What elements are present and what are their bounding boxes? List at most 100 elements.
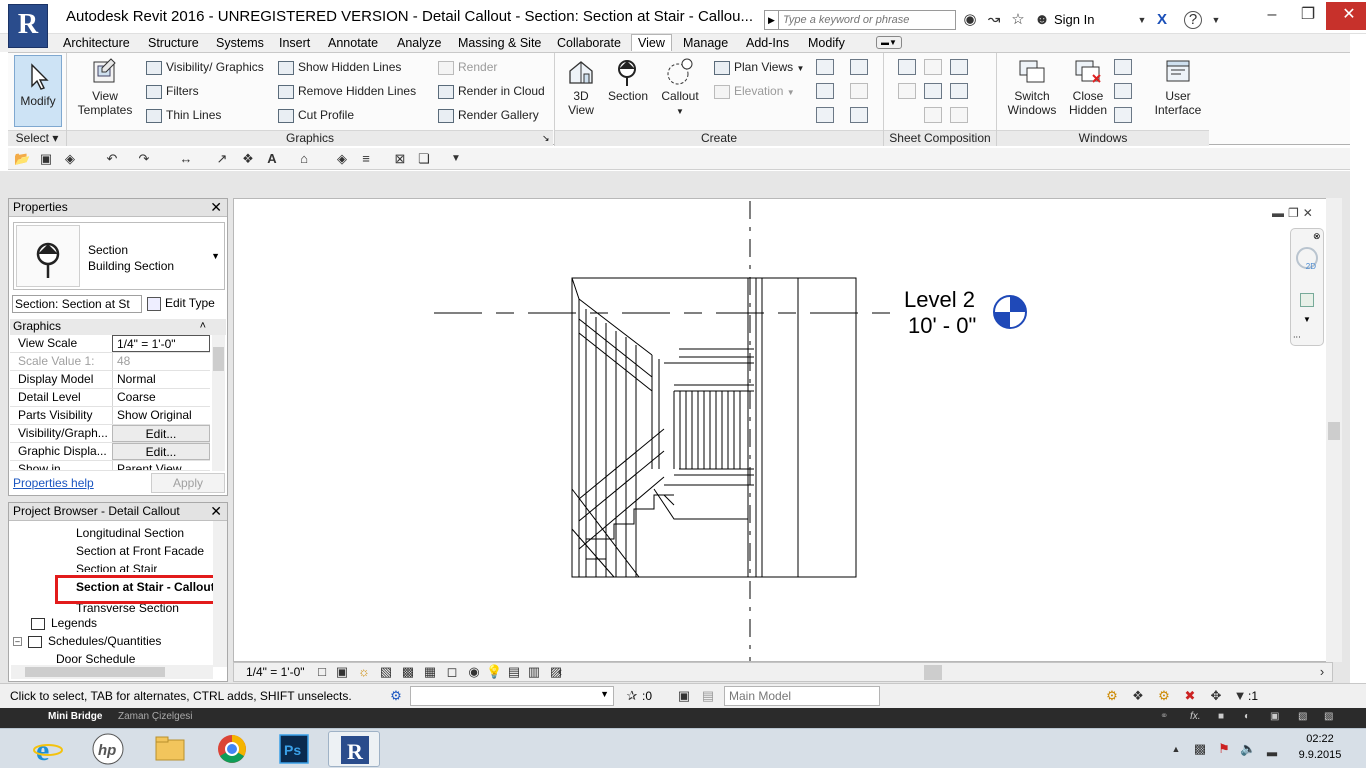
- action-center-icon[interactable]: ⚑: [1216, 741, 1232, 757]
- scrollbar-thumb[interactable]: [25, 667, 165, 677]
- close-icon[interactable]: ✕: [1303, 206, 1317, 220]
- tab-massing-site[interactable]: Massing & Site: [458, 35, 541, 52]
- guide-grid-icon[interactable]: [924, 83, 942, 99]
- design-option-select[interactable]: Main Model: [724, 686, 880, 706]
- elevation-dropdown-icon[interactable]: ▼: [787, 88, 795, 97]
- zoom-dropdown-icon[interactable]: ▼: [1303, 315, 1311, 324]
- thin-lines-qat-icon[interactable]: ≡: [358, 151, 374, 167]
- place-view-icon[interactable]: [950, 59, 968, 75]
- close-icon[interactable]: ✕: [210, 503, 222, 520]
- close-hidden-button[interactable]: Close Hidden: [1064, 57, 1112, 117]
- sign-in-link[interactable]: Sign In: [1054, 12, 1094, 27]
- active-workset-select[interactable]: ▼: [410, 686, 614, 706]
- network-device-icon[interactable]: ▩: [1192, 741, 1208, 757]
- collapse-icon[interactable]: ˄: [200, 319, 206, 334]
- lock-3d-icon[interactable]: ▤: [506, 664, 522, 680]
- properties-help-link[interactable]: Properties help: [13, 476, 94, 490]
- trash-icon[interactable]: ▧: [1324, 711, 1333, 722]
- view-scale-control[interactable]: 1/4" = 1'-0": [246, 665, 305, 679]
- detail-level-icon[interactable]: □: [314, 664, 330, 680]
- select-panel-title[interactable]: Select ▾: [8, 130, 66, 146]
- ribbon-minimize-icon[interactable]: ▬▼: [876, 36, 902, 49]
- sync-icon[interactable]: ◈: [62, 151, 78, 167]
- mask-icon[interactable]: ◐: [1244, 711, 1250, 722]
- elevation-button[interactable]: Elevation ▼: [714, 82, 795, 100]
- fx-icon[interactable]: fx.: [1190, 711, 1201, 722]
- section-button[interactable]: Section: [604, 57, 652, 103]
- scope-box-icon[interactable]: [850, 83, 868, 99]
- rendering-icon[interactable]: ▩: [400, 664, 416, 680]
- crop-view-icon[interactable]: ▦: [422, 664, 438, 680]
- new-item-icon[interactable]: ▧: [1298, 711, 1307, 722]
- user-icon[interactable]: ☻: [1032, 10, 1052, 30]
- close-hidden-qat-icon[interactable]: ⊠: [392, 151, 408, 167]
- tab-structure[interactable]: Structure: [148, 35, 199, 52]
- help-icon[interactable]: ?: [1184, 11, 1202, 29]
- horizontal-scrollbar-thumb[interactable]: [924, 665, 942, 680]
- clock-date[interactable]: 9.9.2015: [1296, 749, 1344, 761]
- graphics-dialog-launcher-icon[interactable]: ↘: [542, 133, 550, 144]
- sign-in-dropdown-icon[interactable]: ▼: [1132, 10, 1152, 30]
- edit-type-button[interactable]: Edit Type: [147, 294, 225, 314]
- browser-vertical-scrollbar[interactable]: [213, 521, 227, 667]
- search-expand-icon[interactable]: ▶: [764, 10, 778, 30]
- zoom-icon[interactable]: [1300, 293, 1314, 307]
- tab-collaborate[interactable]: Collaborate: [557, 35, 621, 52]
- wifi-signal-icon[interactable]: ▂: [1264, 741, 1280, 757]
- instance-selector[interactable]: Section: Section at St: [12, 295, 142, 313]
- subscription-icon[interactable]: ↝: [984, 10, 1004, 30]
- tag-icon[interactable]: ❖: [240, 151, 256, 167]
- restore-icon[interactable]: ❐: [1290, 2, 1326, 30]
- sheet-list-icon[interactable]: [850, 107, 868, 123]
- browser-item[interactable]: Longitudinal Section: [76, 524, 184, 542]
- tab-analyze[interactable]: Analyze: [397, 35, 441, 52]
- filter-icon[interactable]: ▼: [1232, 688, 1248, 704]
- render-gallery-button[interactable]: Render Gallery: [438, 106, 539, 124]
- default-3d-view-icon[interactable]: ⌂: [296, 151, 312, 167]
- show-hidden-lines-button[interactable]: Show Hidden Lines: [278, 58, 401, 76]
- title-block-icon[interactable]: [924, 59, 942, 75]
- thin-lines-button[interactable]: Thin Lines: [146, 106, 221, 124]
- display-model-value[interactable]: Normal: [112, 371, 210, 388]
- level-elevation[interactable]: 10' - 0": [908, 313, 976, 338]
- analytical-model-icon[interactable]: ▥: [526, 664, 542, 680]
- redo-icon[interactable]: ↷: [136, 151, 152, 167]
- browser-item[interactable]: Section at Front Facade: [76, 542, 204, 560]
- collapse-icon[interactable]: –: [13, 637, 22, 647]
- internet-explorer-icon[interactable]: e: [22, 731, 74, 767]
- select-underlay-icon[interactable]: ❖: [1130, 688, 1146, 704]
- tab-timeline[interactable]: Zaman Çizelgesi: [118, 711, 192, 722]
- group-header-graphics[interactable]: Graphics ˄: [10, 319, 226, 335]
- navbar-options-icon[interactable]: ⋅⋅⋅: [1293, 333, 1301, 342]
- select-pinned-icon[interactable]: ⚙: [1156, 688, 1172, 704]
- parts-visibility-value[interactable]: Show Original: [112, 407, 210, 424]
- cascade-icon[interactable]: [1114, 83, 1132, 99]
- render-in-cloud-button[interactable]: Render in Cloud: [438, 82, 545, 100]
- shadows-icon[interactable]: ▧: [378, 664, 394, 680]
- level-name[interactable]: Level 2: [904, 287, 975, 312]
- filters-button[interactable]: Filters: [146, 82, 199, 100]
- folder-icon[interactable]: ▣: [1270, 711, 1279, 722]
- exclude-options-icon[interactable]: ▤: [700, 688, 716, 704]
- worksets-icon[interactable]: ⚙: [388, 688, 404, 704]
- open-icon[interactable]: 📂: [14, 151, 30, 167]
- clock-time[interactable]: 02:22: [1300, 733, 1340, 745]
- customize-qat-icon[interactable]: ▼: [448, 151, 464, 167]
- tab-insert[interactable]: Insert: [279, 35, 310, 52]
- browser-horizontal-scrollbar[interactable]: [11, 665, 213, 679]
- browser-item[interactable]: Transverse Section: [76, 596, 179, 612]
- switch-windows-button[interactable]: Switch Windows: [1002, 57, 1062, 117]
- matchline-icon[interactable]: [950, 83, 968, 99]
- duplicate-view-icon[interactable]: [816, 83, 834, 99]
- show-hidden-icons[interactable]: ▲: [1168, 741, 1184, 757]
- remove-hidden-lines-button[interactable]: Remove Hidden Lines: [278, 82, 416, 100]
- visibility-graphics-button[interactable]: Visibility/ Graphics: [146, 58, 264, 76]
- cut-profile-button[interactable]: Cut Profile: [278, 106, 354, 124]
- tab-manage[interactable]: Manage: [683, 35, 728, 52]
- search-input[interactable]: [778, 10, 956, 30]
- scrollbar-thumb[interactable]: [1328, 422, 1340, 440]
- section-qat-icon[interactable]: ◈: [334, 151, 350, 167]
- browser-item-schedules[interactable]: – Schedules/Quantities: [13, 632, 161, 650]
- 3d-view-button[interactable]: 3D View: [560, 57, 602, 117]
- sun-path-icon[interactable]: ☼: [356, 664, 372, 680]
